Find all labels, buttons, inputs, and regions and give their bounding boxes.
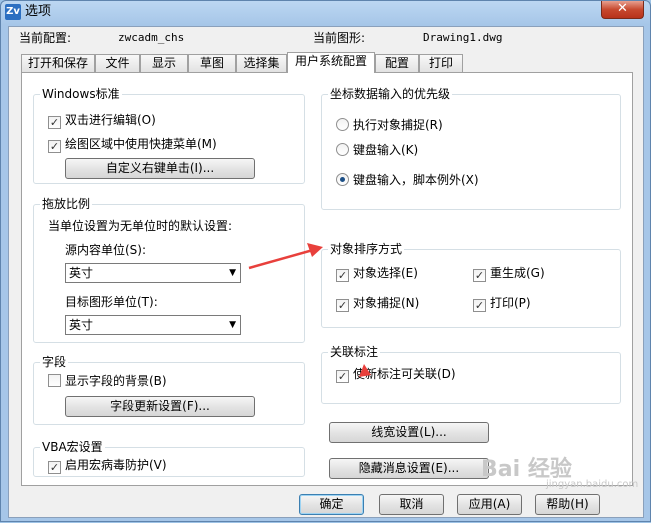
hidden-message-settings-button[interactable]: 隐藏消息设置(E)...	[329, 458, 489, 479]
checkbox-label: 重生成(G)	[490, 266, 545, 280]
radio-selected-icon	[336, 173, 349, 186]
current-config-value: zwcadm_chs	[118, 31, 185, 44]
group-coordinate-input: 坐标数据输入的优先级 执行对象捕捉(R) 键盘输入(K) 键盘输入，脚本例外(X…	[321, 87, 621, 210]
checkbox-checked-icon: ✓	[336, 269, 349, 282]
current-drawing-label: 当前图形:	[313, 31, 366, 45]
group-insert-scale: 拖放比例 当单位设置为无单位时的默认设置: 源内容单位(S): 英寸 ▼ 目标图…	[33, 197, 305, 343]
lineweight-settings-button[interactable]: 线宽设置(L)...	[329, 422, 489, 443]
dialog-client: 当前配置: zwcadm_chs 当前图形: Drawing1.dwg 打开和保…	[8, 26, 644, 518]
cancel-button[interactable]: 取消	[379, 494, 444, 515]
radio-label: 键盘输入，脚本例外(X)	[353, 173, 479, 187]
radio-label: 执行对象捕捉(R)	[353, 118, 443, 132]
checkbox-label: 打印(P)	[490, 296, 531, 310]
checkbox-label: 使新标注可关联(D)	[353, 367, 456, 381]
checkbox-checked-icon: ✓	[336, 299, 349, 312]
group-title: 关联标注	[328, 345, 381, 359]
group-title: Windows标准	[40, 87, 122, 101]
checkbox-checked-icon: ✓	[48, 461, 61, 474]
new-assoc-dim-checkbox[interactable]: ✓ 使新标注可关联(D)	[336, 367, 456, 383]
checkbox-label: 绘图区域中使用快捷菜单(M)	[65, 137, 217, 151]
dropdown-arrow-icon: ▼	[229, 268, 236, 278]
checkbox-label: 对象捕捉(N)	[353, 296, 420, 310]
group-windows-standard: Windows标准 ✓ 双击进行编辑(O) ✓ 绘图区域中使用快捷菜单(M) 自定义…	[33, 87, 305, 184]
radio-keyboard-entry[interactable]: 键盘输入(K)	[336, 143, 418, 157]
checkbox-checked-icon: ✓	[473, 299, 486, 312]
help-button[interactable]: 帮助(H)	[535, 494, 600, 515]
tab-open-save[interactable]: 打开和保存	[21, 54, 95, 72]
options-dialog: Zv 选项 ✕ 当前配置: zwcadm_chs 当前图形: Drawing1.…	[0, 0, 651, 522]
group-vba: VBA宏设置 ✓ 启用宏病毒防护(V)	[33, 440, 305, 477]
tab-user-preferences[interactable]: 用户系统配置	[287, 52, 375, 73]
checkbox-unchecked-icon	[48, 374, 61, 387]
tab-display[interactable]: 显示	[140, 54, 188, 72]
dropdown-arrow-icon: ▼	[229, 320, 236, 330]
customize-right-click-button[interactable]: 自定义右键单击(I)...	[65, 158, 255, 179]
target-units-select[interactable]: 英寸 ▼	[65, 315, 241, 335]
group-object-sorting: 对象排序方式 ✓ 对象选择(E) ✓ 重生成(G) ✓ 对象捕捉(N) ✓ 打印(P)	[321, 242, 621, 328]
insert-scale-subtitle: 当单位设置为无单位时的默认设置:	[48, 219, 233, 233]
radio-running-osnap[interactable]: 执行对象捕捉(R)	[336, 118, 443, 132]
source-units-label: 源内容单位(S):	[65, 243, 147, 257]
sort-regen-checkbox[interactable]: ✓ 重生成(G)	[473, 266, 545, 282]
checkbox-checked-icon: ✓	[336, 370, 349, 383]
select-value: 英寸	[69, 318, 94, 332]
checkbox-checked-icon: ✓	[48, 140, 61, 153]
checkbox-label: 双击进行编辑(O)	[65, 113, 156, 127]
window-title: 选项	[25, 4, 52, 19]
apply-button[interactable]: 应用(A)	[457, 494, 522, 515]
tab-profiles[interactable]: 配置	[375, 54, 419, 72]
current-config-label: 当前配置:	[19, 31, 72, 45]
tab-page-user-preferences: Windows标准 ✓ 双击进行编辑(O) ✓ 绘图区域中使用快捷菜单(M) 自定义…	[21, 72, 633, 486]
tab-plot[interactable]: 打印	[419, 54, 463, 72]
radio-keyboard-except-scripts[interactable]: 键盘输入，脚本例外(X)	[336, 173, 479, 187]
group-title: 字段	[40, 355, 69, 369]
sort-object-selection-checkbox[interactable]: ✓ 对象选择(E)	[336, 266, 418, 282]
radio-unselected-icon	[336, 118, 349, 131]
macro-virus-checkbox[interactable]: ✓ 启用宏病毒防护(V)	[48, 458, 167, 474]
group-title: VBA宏设置	[40, 440, 105, 454]
sort-plot-checkbox[interactable]: ✓ 打印(P)	[473, 296, 531, 312]
radio-label: 键盘输入(K)	[353, 143, 419, 157]
watermark-url: jingyan.baidu.com	[546, 479, 639, 490]
field-update-settings-button[interactable]: 字段更新设置(F)...	[65, 396, 255, 417]
tab-drafting[interactable]: 草图	[188, 54, 236, 72]
radio-unselected-icon	[336, 143, 349, 156]
ok-button[interactable]: 确定	[299, 494, 364, 515]
target-units-label: 目标图形单位(T):	[65, 295, 158, 309]
group-associative-dimension: 关联标注 ✓ 使新标注可关联(D)	[321, 345, 621, 404]
close-button[interactable]: ✕	[601, 1, 644, 19]
checkbox-label: 对象选择(E)	[353, 266, 418, 280]
shortcut-menu-checkbox[interactable]: ✓ 绘图区域中使用快捷菜单(M)	[48, 137, 217, 153]
sort-object-snap-checkbox[interactable]: ✓ 对象捕捉(N)	[336, 296, 419, 312]
tab-files[interactable]: 文件	[95, 54, 140, 72]
checkbox-checked-icon: ✓	[48, 116, 61, 129]
source-units-select[interactable]: 英寸 ▼	[65, 263, 241, 283]
select-value: 英寸	[69, 266, 94, 280]
app-icon: Zv	[5, 4, 21, 20]
dblclick-edit-checkbox[interactable]: ✓ 双击进行编辑(O)	[48, 113, 156, 129]
group-fields: 字段 显示字段的背景(B) 字段更新设置(F)...	[33, 355, 305, 425]
field-background-checkbox[interactable]: 显示字段的背景(B)	[48, 374, 167, 388]
checkbox-checked-icon: ✓	[473, 269, 486, 282]
checkbox-label: 启用宏病毒防护(V)	[65, 458, 167, 472]
checkbox-label: 显示字段的背景(B)	[65, 374, 167, 388]
group-title: 拖放比例	[40, 197, 93, 211]
group-title: 坐标数据输入的优先级	[328, 87, 453, 101]
close-icon: ✕	[617, 1, 628, 16]
current-drawing-value: Drawing1.dwg	[423, 31, 503, 44]
title-bar[interactable]: Zv 选项 ✕	[1, 1, 650, 23]
group-title: 对象排序方式	[328, 242, 405, 256]
tab-selection[interactable]: 选择集	[236, 54, 287, 72]
